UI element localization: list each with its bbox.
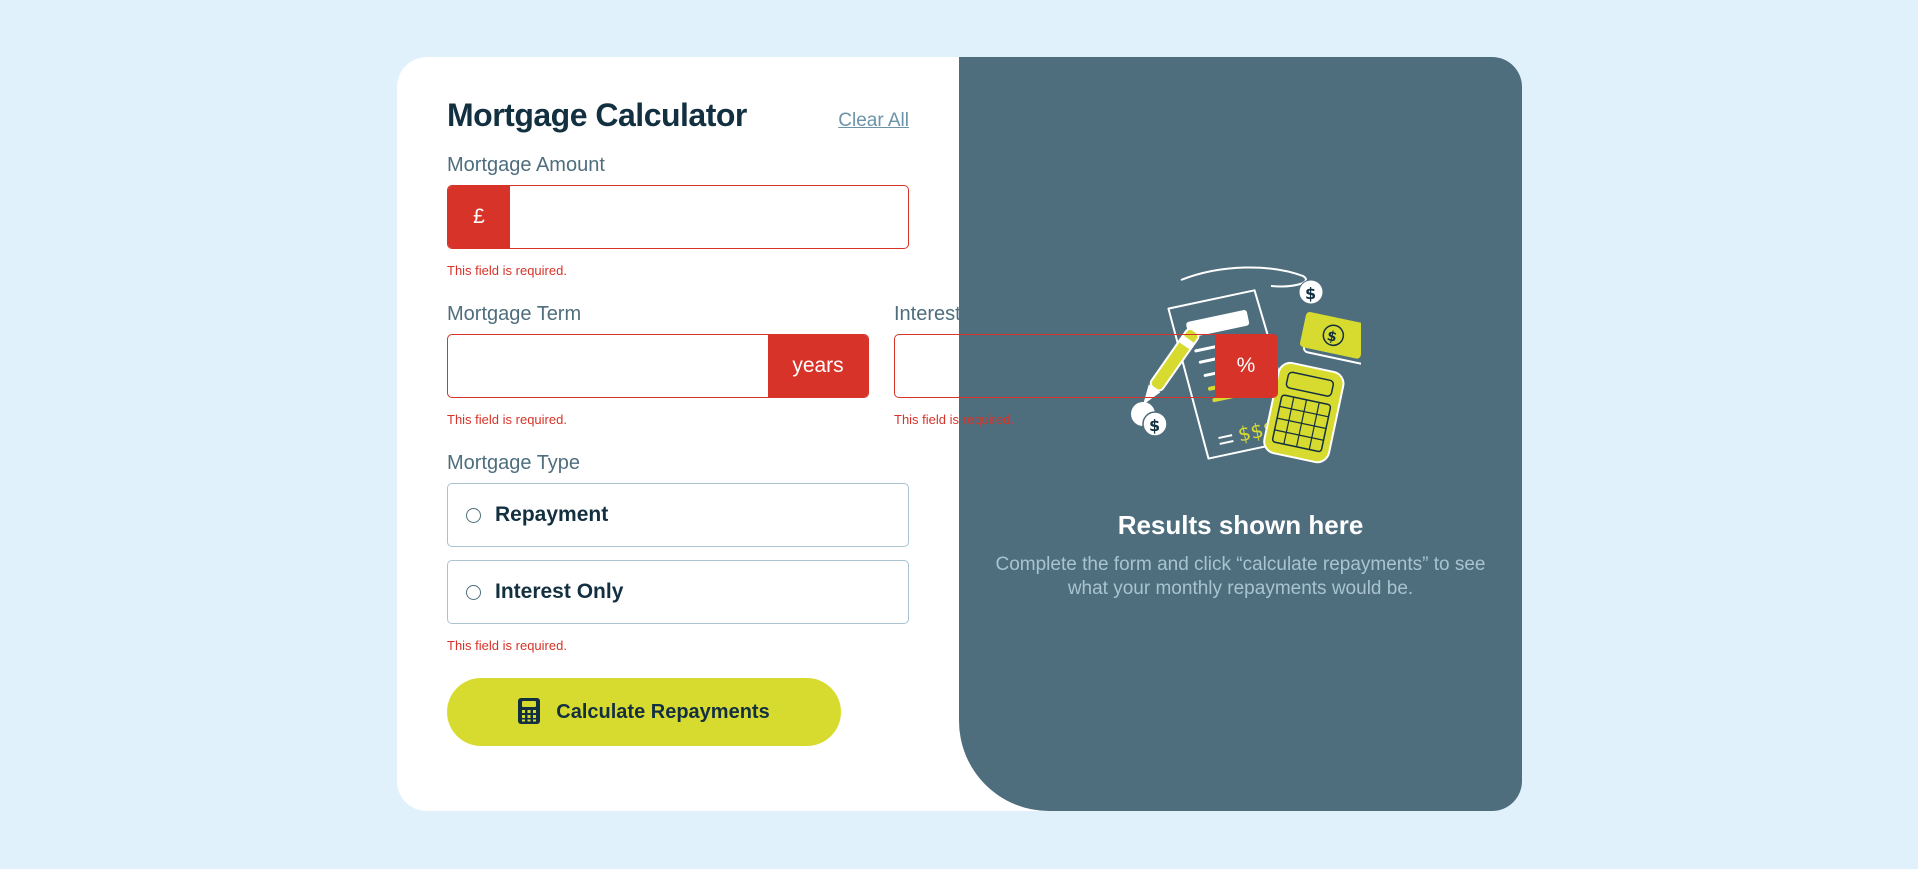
mortgage-type-label: Mortgage Type (447, 452, 581, 474)
svg-text:$: $ (1305, 284, 1316, 303)
mortgage-amount-field[interactable]: £ (447, 185, 909, 249)
radio-repayment-label: Repayment (495, 503, 609, 526)
results-title: Results shown here (1117, 510, 1364, 540)
percent-suffix: % (1215, 335, 1277, 397)
mortgage-term-label: Mortgage Term (447, 303, 582, 325)
clear-all-button[interactable]: Clear All (838, 110, 909, 132)
mortgage-amount-error: This field is required. (447, 263, 567, 278)
mortgage-term-group: Mortgage Term years This field is requir… (447, 303, 869, 427)
radio-interest-only[interactable]: Interest Only (447, 560, 909, 624)
mortgage-amount-input[interactable] (510, 186, 908, 248)
form-panel: Mortgage Calculator Clear All Mortgage A… (397, 57, 1278, 811)
mortgage-amount-label: Mortgage Amount (447, 154, 605, 176)
calculator-icon (518, 697, 541, 727)
page-title: Mortgage Calculator (447, 97, 747, 133)
calculate-repayments-label: Calculate Repayments (556, 700, 770, 723)
interest-rate-error: This field is required. (894, 412, 1014, 427)
calculate-repayments-button[interactable]: Calculate Repayments (447, 678, 841, 746)
mortgage-term-error: This field is required. (447, 412, 567, 427)
interest-rate-label: Interest Rate (894, 303, 1009, 325)
interest-rate-input[interactable] (895, 335, 1215, 397)
interest-rate-field[interactable]: % (894, 334, 1278, 398)
mortgage-calculator-card: Mortgage Calculator Clear All Mortgage A… (397, 57, 1522, 811)
radio-button[interactable] (466, 584, 481, 600)
term-rate-row: Mortgage Term years This field is requir… (447, 303, 1278, 427)
interest-rate-group: Interest Rate % This field is required. (894, 303, 1278, 427)
years-suffix: years (768, 335, 868, 397)
radio-interest-only-label: Interest Only (495, 580, 624, 603)
mortgage-type-error: This field is required. (447, 638, 567, 653)
results-panel: $$$ $ $ $ Results shown here Complete th… (959, 57, 1522, 811)
currency-prefix: £ (448, 186, 510, 248)
form-header: Mortgage Calculator Clear All (447, 97, 909, 134)
radio-repayment[interactable]: Repayment (447, 483, 909, 547)
mortgage-term-input[interactable] (448, 335, 768, 397)
results-description: Complete the form and click “calculate r… (995, 554, 1486, 599)
radio-button[interactable] (466, 507, 481, 523)
mortgage-term-field[interactable]: years (447, 334, 869, 398)
